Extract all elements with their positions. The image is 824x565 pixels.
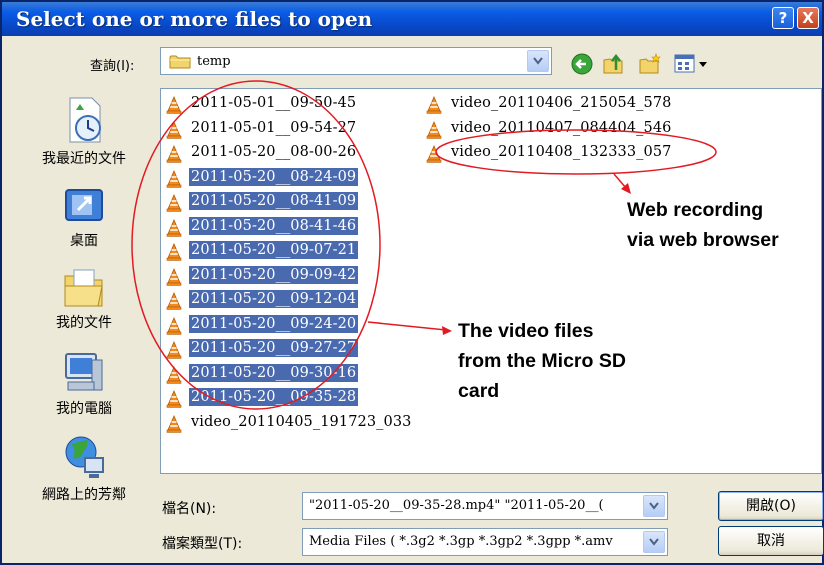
- file-name: 2011-05-01__09-50-45: [191, 95, 357, 111]
- cancel-button[interactable]: 取消: [718, 526, 824, 556]
- title-bar[interactable]: Select one or more files to open ? X: [2, 2, 822, 36]
- close-button[interactable]: X: [797, 7, 819, 29]
- place-label: 我的文件: [56, 315, 112, 331]
- desktop-icon: [65, 189, 103, 221]
- place-label: 桌面: [70, 233, 98, 249]
- file-name: 2011-05-20__09-24-20: [189, 314, 359, 333]
- place-desktop[interactable]: 桌面: [18, 184, 150, 250]
- place-my-computer[interactable]: 我的電腦: [18, 350, 150, 418]
- place-my-documents[interactable]: 我的文件: [18, 266, 150, 332]
- file-name: 2011-05-20__09-07-21: [189, 241, 359, 259]
- filetype-dropdown-button[interactable]: [643, 531, 665, 553]
- folder-icon: [169, 55, 191, 69]
- vlc-cone-icon: [166, 194, 182, 212]
- vlc-cone-icon: [166, 267, 182, 286]
- vlc-cone-icon: [166, 96, 182, 114]
- filename-value: "2011-05-20__09-35-28.mp4" "2011-05-20__…: [309, 498, 604, 513]
- file-name: 2011-05-20__09-35-28: [189, 388, 359, 406]
- file-name: video_20110405_191723_033: [191, 413, 412, 430]
- chevron-down-icon: [649, 502, 659, 510]
- filetype-select[interactable]: Media Files ( *.3g2 *.3gp *.3gp2 *.3gpp …: [302, 528, 668, 556]
- place-network[interactable]: 網路上的芳鄰: [18, 434, 150, 504]
- web-recording-callout: Web recording via web browser: [627, 195, 779, 255]
- my-documents-icon: [64, 269, 103, 307]
- look-in-dropdown[interactable]: temp: [160, 47, 552, 75]
- vlc-cone-icon: [426, 120, 442, 139]
- vlc-cone-icon: [166, 390, 182, 408]
- recent-documents-icon: [69, 97, 101, 143]
- place-recent-documents[interactable]: 我最近的文件: [18, 96, 150, 168]
- file-name: video_20110406_215054_578: [451, 95, 672, 111]
- file-name: 2011-05-20__09-27-27: [189, 339, 359, 357]
- callout-line: from the Micro SD: [458, 350, 626, 372]
- look-in-label: 查詢(I):: [90, 59, 135, 74]
- vlc-cone-icon: [166, 341, 182, 359]
- vlc-cone-icon: [166, 145, 182, 163]
- filetype-value: Media Files ( *.3g2 *.3gp *.3gp2 *.3gpp …: [309, 534, 613, 549]
- look-in-value: temp: [197, 54, 231, 69]
- up-folder-icon[interactable]: [602, 52, 626, 76]
- file-name: video_20110407_084404_546: [451, 119, 672, 136]
- file-name: 2011-05-01__09-54-27: [191, 119, 357, 136]
- back-icon[interactable]: [570, 52, 594, 76]
- vlc-cone-icon: [426, 145, 442, 163]
- filename-label: 檔名(N):: [162, 501, 217, 517]
- vlc-cone-icon: [166, 292, 182, 310]
- help-button[interactable]: ?: [772, 7, 794, 29]
- file-name: 2011-05-20__08-00-26: [191, 144, 357, 160]
- vlc-cone-icon: [426, 96, 442, 114]
- callout-line: The video files: [458, 320, 594, 342]
- file-name: 2011-05-20__08-41-09: [189, 192, 359, 210]
- chevron-down-icon: [649, 538, 659, 546]
- file-name: 2011-05-20__08-41-46: [189, 216, 359, 235]
- network-places-icon: [65, 436, 104, 478]
- vlc-cone-icon: [166, 414, 182, 433]
- file-list[interactable]: 2011-05-01__09-50-45 2011-05-01__09-54-27…: [160, 88, 822, 474]
- filename-dropdown-button[interactable]: [643, 495, 665, 517]
- dialog-title: Select one or more files to open: [16, 7, 373, 31]
- file-name: 2011-05-20__08-24-09: [189, 167, 359, 186]
- place-label: 我最近的文件: [42, 151, 126, 167]
- open-button[interactable]: 開啟(O): [718, 491, 824, 521]
- vlc-cone-icon: [166, 218, 182, 237]
- vlc-cone-icon: [166, 243, 182, 261]
- view-menu-icon[interactable]: [672, 52, 714, 76]
- vlc-cone-icon: [166, 365, 182, 384]
- chevron-down-icon: [533, 57, 543, 65]
- new-folder-icon[interactable]: [638, 52, 662, 76]
- vlc-cone-icon: [166, 120, 182, 139]
- filename-field[interactable]: "2011-05-20__09-35-28.mp4" "2011-05-20__…: [302, 492, 668, 520]
- file-name: 2011-05-20__09-12-04: [189, 290, 359, 308]
- callout-line: via web browser: [627, 229, 779, 251]
- callout-line: card: [458, 380, 500, 402]
- vlc-cone-icon: [166, 169, 182, 188]
- vlc-cone-icon: [166, 316, 182, 335]
- file-name: video_20110408_132333_057: [451, 144, 672, 160]
- places-bar: 我最近的文件 桌面 我的文件 我的電腦 網路上的芳鄰: [18, 88, 150, 538]
- place-label: 網路上的芳鄰: [42, 487, 126, 503]
- file-name: 2011-05-20__09-30-16: [189, 363, 359, 382]
- filetype-label: 檔案類型(T):: [162, 536, 243, 552]
- my-computer-icon: [65, 353, 103, 391]
- callout-line: Web recording: [627, 199, 764, 221]
- place-label: 我的電腦: [56, 401, 112, 417]
- look-in-dropdown-button[interactable]: [527, 50, 549, 72]
- sd-card-callout: The video files from the Micro SD card: [458, 316, 626, 406]
- file-open-dialog: Select one or more files to open ? X 查詢(…: [0, 0, 824, 565]
- file-name: 2011-05-20__09-09-42: [189, 265, 359, 284]
